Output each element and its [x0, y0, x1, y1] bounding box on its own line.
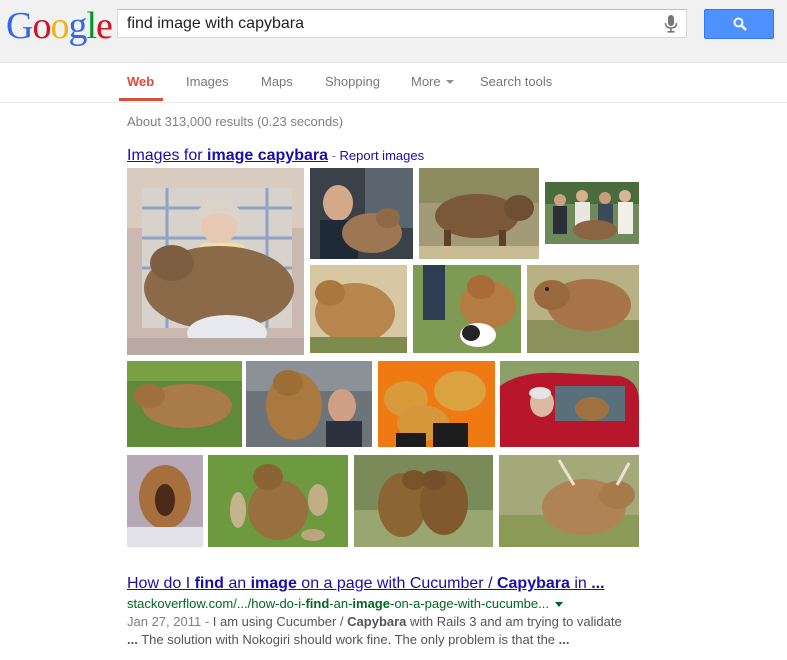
image-thumbnail[interactable] [354, 455, 493, 547]
active-tab-indicator [119, 98, 163, 101]
title-part: ... [591, 575, 605, 592]
snippet-part: The solution with Nokogiri should work f… [137, 632, 559, 647]
caret-down-icon [445, 79, 454, 84]
search-box[interactable] [117, 9, 687, 38]
logo-letter: l [86, 5, 97, 47]
image-thumbnail[interactable] [527, 265, 639, 353]
result-date: Jan 27, 2011 - [127, 614, 213, 629]
separator: - [327, 148, 340, 163]
url-part: -an- [329, 596, 353, 611]
search-tabs: Web Images Maps Shopping More Search too… [0, 63, 787, 103]
microphone-icon[interactable] [664, 15, 678, 33]
report-images-link[interactable]: Report images [340, 148, 425, 163]
magnifier-icon [733, 17, 747, 31]
tab-web[interactable]: Web [127, 74, 154, 89]
image-thumbnail[interactable] [310, 265, 407, 353]
image-thumbnail[interactable] [500, 361, 639, 447]
url-options-caret-icon[interactable] [554, 602, 563, 608]
title-part: image [250, 575, 297, 592]
images-query: image capybara [207, 147, 328, 164]
tab-images[interactable]: Images [186, 74, 229, 89]
image-thumbnail[interactable] [545, 182, 639, 244]
url-part: -on-a-page-with-cucumbe... [389, 596, 549, 611]
image-thumbnail[interactable] [127, 455, 203, 547]
snippet-part: with Rails 3 and am trying to validate [406, 614, 622, 629]
result-url: stackoverflow.com/.../how-do-i-find-an-i… [127, 595, 647, 613]
title-part: on a page with Cucumber / [296, 575, 497, 592]
images-section-header: Images for image capybara - Report image… [127, 147, 424, 165]
title-part: an [223, 575, 251, 592]
search-input[interactable] [127, 14, 647, 34]
logo-letter: G [6, 5, 33, 47]
image-thumbnail[interactable] [310, 168, 413, 259]
images-section-link[interactable]: Images for image capybara [127, 147, 328, 164]
snippet-part: Capybara [347, 614, 407, 629]
snippet-part: ... [558, 632, 570, 647]
search-result: How do I find an image on a page with Cu… [127, 574, 647, 649]
tab-search-tools[interactable]: Search tools [480, 74, 552, 89]
title-part: How do I [127, 575, 195, 592]
url-part: find [305, 596, 330, 611]
result-snippet: Jan 27, 2011 - I am using Cucumber / Cap… [127, 613, 637, 649]
url-part: stackoverflow.com/.../how-do-i- [127, 596, 306, 611]
tab-more[interactable]: More [411, 74, 454, 89]
image-thumbnail[interactable] [378, 361, 495, 447]
snippet-part: I am using Cucumber / [212, 614, 348, 629]
image-thumbnail[interactable] [208, 455, 348, 547]
header-bar: Google [0, 0, 787, 63]
tab-maps[interactable]: Maps [261, 74, 293, 89]
snippet-part: ... [127, 632, 138, 647]
images-prefix: Images for [127, 147, 208, 164]
image-thumbnail[interactable] [419, 168, 539, 259]
image-thumbnail[interactable] [413, 265, 521, 353]
logo-letter: g [68, 5, 87, 47]
url-part: image [352, 596, 390, 611]
title-part: in [569, 575, 592, 592]
result-stats: About 313,000 results (0.23 seconds) [127, 114, 344, 129]
tab-shopping[interactable]: Shopping [325, 74, 380, 89]
google-logo[interactable]: Google [6, 5, 113, 47]
image-thumbnail[interactable] [127, 168, 304, 355]
image-thumbnail[interactable] [127, 361, 242, 447]
tab-more-label: More [411, 74, 441, 89]
image-thumbnail[interactable] [246, 361, 372, 447]
title-part: find [194, 575, 224, 592]
search-button[interactable] [704, 9, 774, 39]
logo-letter: o [50, 5, 69, 47]
image-thumbnail[interactable] [499, 455, 639, 547]
logo-letter: o [32, 5, 51, 47]
logo-letter: e [96, 5, 113, 47]
result-title-link[interactable]: How do I find an image on a page with Cu… [127, 574, 647, 594]
title-part: Capybara [496, 575, 570, 592]
